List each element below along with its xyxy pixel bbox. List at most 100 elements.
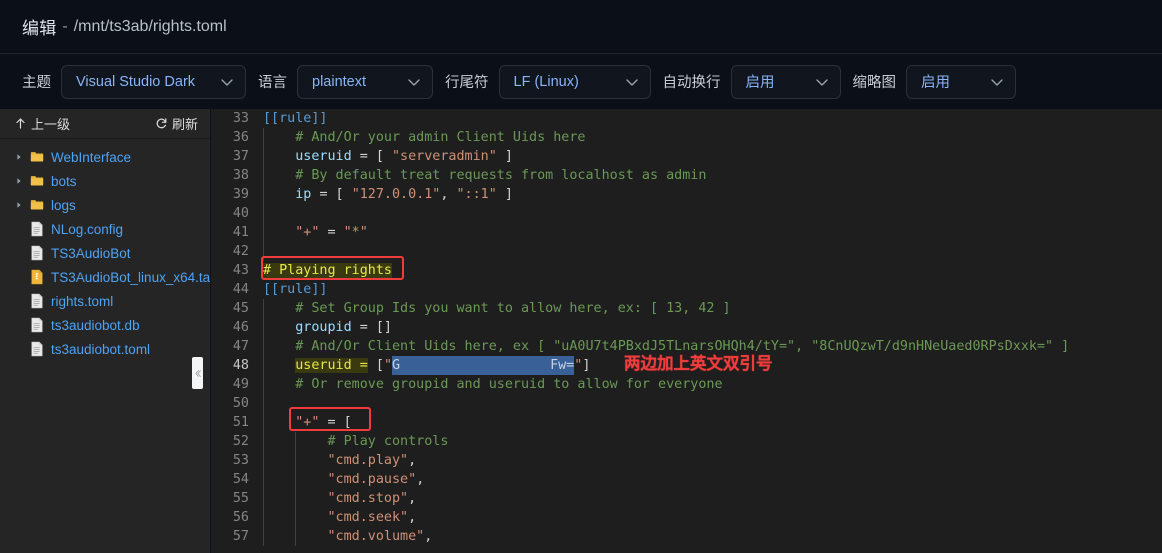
language-control: 语言 plaintext — [246, 64, 433, 99]
minimap-select-value: 启用 — [921, 75, 950, 91]
file-icon — [26, 221, 48, 237]
refresh-label: 刷新 — [171, 117, 198, 132]
code-line-text: # Set Group Ids you want to allow here, … — [295, 301, 731, 316]
line-number: 57 — [232, 529, 249, 544]
code-editor[interactable]: 33 [[rule]] 36 # And/Or your admin Client … — [211, 109, 1162, 553]
file-icon — [26, 317, 48, 333]
eol-control: 行尾符 LF (Linux) — [433, 64, 651, 99]
code-line: 57 "cmd.volume", — [211, 527, 1162, 546]
refresh-button[interactable]: 刷新 — [155, 114, 198, 133]
file-list-item[interactable]: rights.toml — [0, 289, 210, 313]
file-list-item-label: TS3AudioBot — [51, 245, 131, 261]
editor-toolbar: 主题 Visual Studio Dark 语言 plaintext 行尾符 L… — [0, 54, 1162, 109]
code-line-text: "cmd.play", — [327, 453, 417, 468]
code-line-text: # Or remove groupid and useruid to allow… — [295, 377, 723, 392]
line-number: 45 — [232, 301, 249, 316]
code-line: 33 [[rule]] — [211, 109, 1162, 128]
code-line-text: # Playing rights — [263, 261, 1162, 280]
code-line: 41 "+" = "*" — [211, 223, 1162, 242]
folder-icon — [26, 198, 48, 212]
line-number: 47 — [232, 339, 249, 354]
annotation-text: 两边加上英文双引号 — [624, 354, 773, 373]
title-bar: 编辑 - /mnt/ts3ab/rights.toml — [0, 0, 1162, 54]
code-line-text: "cmd.pause", — [327, 472, 425, 487]
code-line: 50 — [211, 394, 1162, 413]
page-title: 编辑 — [22, 19, 57, 38]
file-list-item-label: NLog.config — [51, 221, 124, 237]
code-line: 46 groupid = [] — [211, 318, 1162, 337]
minimap-select[interactable]: 启用 — [906, 64, 1016, 99]
code-line-text: "+" = "*" — [295, 225, 368, 240]
file-list-item[interactable]: NLog.config — [0, 217, 210, 241]
code-line-text: # By default treat requests from localho… — [295, 168, 707, 183]
language-select[interactable]: plaintext — [297, 64, 433, 99]
code-line-text: # And/Or your admin Client Uids here — [295, 130, 586, 145]
expand-arrow-icon[interactable] — [12, 153, 26, 161]
code-line-text: "cmd.stop", — [327, 491, 417, 506]
code-line: 37 useruid = [ "serveradmin" ] — [211, 147, 1162, 166]
line-number: 54 — [232, 472, 249, 487]
code-line: 43 # Playing rights — [211, 261, 1162, 280]
sidebar-collapse-handle[interactable] — [192, 357, 203, 389]
code-line: 53 "cmd.play", — [211, 451, 1162, 470]
file-path-label: /mnt/ts3ab/rights.toml — [73, 17, 227, 35]
file-list-item-label: rights.toml — [51, 293, 114, 309]
file-list: WebInterface bots logs NLog.config TS3AudioB… — [0, 139, 210, 553]
file-browser-sidebar: 上一级 刷新 WebInterface bots logs NLog.config TS… — [0, 109, 211, 553]
code-line-text: "cmd.seek", — [327, 510, 417, 525]
line-number: 43 — [232, 263, 249, 278]
indent-guide — [263, 394, 264, 413]
go-up-label: 上一级 — [31, 117, 71, 132]
line-number: 51 — [232, 415, 249, 430]
file-list-item[interactable]: ts3audiobot.db — [0, 313, 210, 337]
code-line: 44 [[rule]] — [211, 280, 1162, 299]
expand-arrow-icon[interactable] — [12, 177, 26, 185]
theme-select[interactable]: Visual Studio Dark — [61, 64, 246, 99]
code-line-text: "+" = [ — [295, 415, 352, 430]
line-number: 33 — [232, 111, 249, 126]
code-line-text: [[rule]] — [263, 111, 328, 126]
line-number: 48 — [232, 358, 249, 373]
folder-icon — [26, 174, 48, 188]
minimap-control: 缩略图 启用 — [841, 64, 1016, 99]
redacted-uid: G Fw= — [392, 356, 575, 375]
editor-window: 编辑 - /mnt/ts3ab/rights.toml 主题 Visual St… — [0, 0, 1162, 553]
code-line: 55 "cmd.stop", — [211, 489, 1162, 508]
code-line: 40 — [211, 204, 1162, 223]
file-list-item-label: WebInterface — [51, 149, 132, 165]
code-line: 52 # Play controls — [211, 432, 1162, 451]
line-number: 56 — [232, 510, 249, 525]
file-list-item[interactable]: TS3AudioBot_linux_x64.tar.g — [0, 265, 210, 289]
code-content[interactable]: 33 [[rule]] 36 # And/Or your admin Client … — [211, 109, 1162, 553]
eol-select[interactable]: LF (Linux) — [498, 64, 651, 99]
code-line: 49 # Or remove groupid and useruid to al… — [211, 375, 1162, 394]
line-number: 49 — [232, 377, 249, 392]
file-list-item[interactable]: bots — [0, 169, 210, 193]
indent-guide — [263, 204, 264, 223]
line-number: 55 — [232, 491, 249, 506]
eol-select-value: LF (Linux) — [513, 73, 579, 90]
line-number: 46 — [232, 320, 249, 335]
file-list-item[interactable]: TS3AudioBot — [0, 241, 210, 265]
wordwrap-label: 自动换行 — [662, 75, 721, 91]
code-line: 39 ip = [ "127.0.0.1", "::1" ] — [211, 185, 1162, 204]
wordwrap-control: 自动换行 启用 — [651, 64, 841, 99]
chevron-down-icon — [624, 74, 640, 90]
editor-body: 上一级 刷新 WebInterface bots logs NLog.config TS… — [0, 109, 1162, 553]
code-line-text: ip = [ "127.0.0.1", "::1" ] — [295, 187, 513, 202]
file-list-item[interactable]: WebInterface — [0, 145, 210, 169]
file-list-item[interactable]: logs — [0, 193, 210, 217]
expand-arrow-icon[interactable] — [12, 201, 26, 209]
file-list-item-label: TS3AudioBot_linux_x64.tar.g — [51, 269, 210, 285]
code-line-text: useruid = [ "serveradmin" ] — [295, 149, 513, 164]
chevron-down-icon — [989, 74, 1005, 90]
go-up-button[interactable]: 上一级 — [14, 114, 70, 133]
wordwrap-select-value: 启用 — [745, 75, 775, 91]
line-number: 40 — [232, 206, 249, 221]
code-line-text: "cmd.volume", — [327, 529, 433, 544]
code-line: 45 # Set Group Ids you want to allow her… — [211, 299, 1162, 318]
code-line: 51 "+" = [ — [211, 413, 1162, 432]
file-list-item[interactable]: ts3audiobot.toml — [0, 337, 210, 361]
file-icon — [26, 245, 48, 261]
wordwrap-select[interactable]: 启用 — [730, 64, 841, 99]
